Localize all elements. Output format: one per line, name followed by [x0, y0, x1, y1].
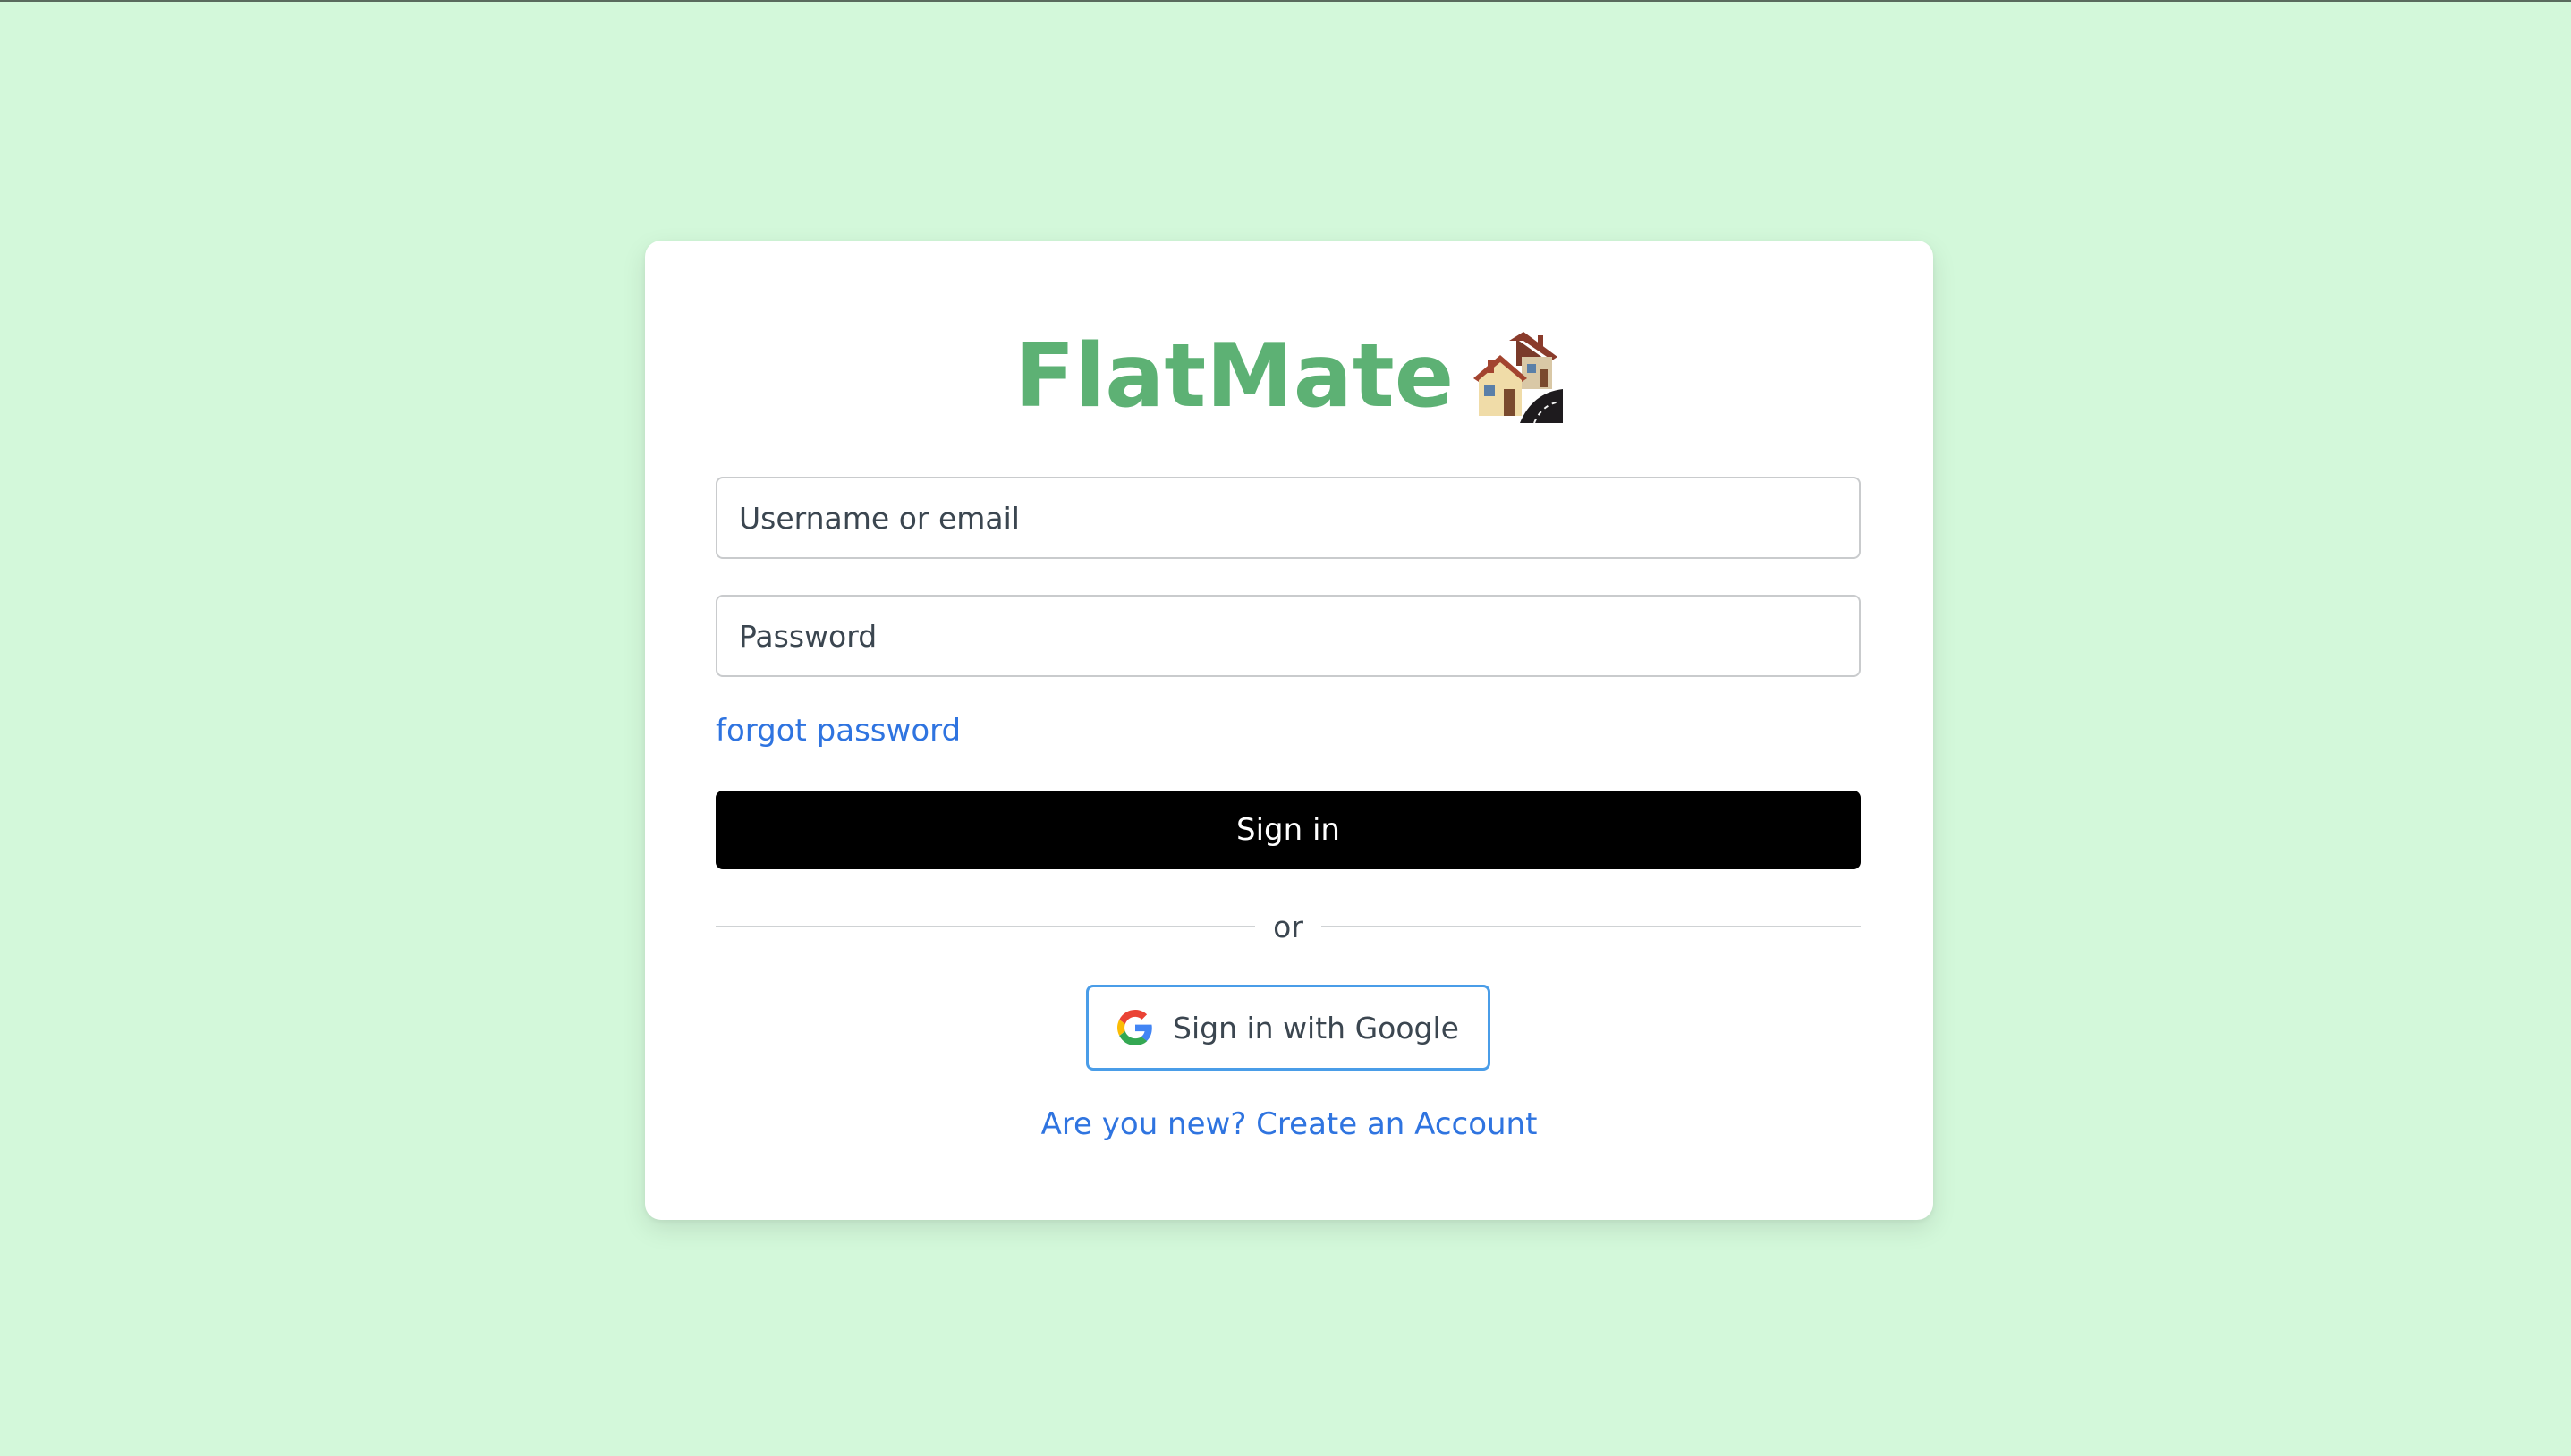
houses-icon: [1470, 330, 1564, 424]
or-divider: or: [716, 906, 1862, 947]
create-account-row: Are you new? Create an Account: [645, 1106, 1933, 1142]
google-icon: [1117, 1010, 1153, 1045]
username-input[interactable]: [716, 477, 1861, 559]
login-card: FlatMate forgot pa: [645, 241, 1933, 1220]
google-button-label: Sign in with Google: [1173, 1010, 1459, 1045]
brand-title: FlatMate: [1014, 326, 1455, 427]
divider-label: or: [1273, 909, 1303, 944]
password-input[interactable]: [716, 595, 1861, 677]
create-account-link[interactable]: Are you new? Create an Account: [1041, 1106, 1538, 1142]
divider-line-left: [716, 926, 1256, 927]
divider-line-right: [1320, 926, 1862, 927]
brand-header: FlatMate: [645, 323, 1933, 430]
sign-in-button[interactable]: Sign in: [716, 791, 1861, 869]
google-sign-in-button[interactable]: Sign in with Google: [1086, 985, 1490, 1071]
forgot-password-link[interactable]: forgot password: [716, 713, 961, 749]
